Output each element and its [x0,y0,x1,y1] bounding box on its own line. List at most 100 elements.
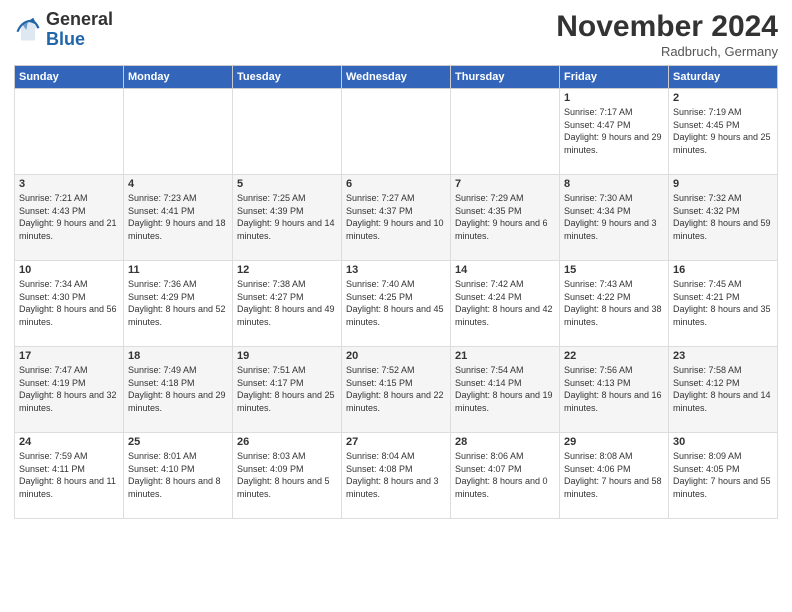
day-info: Sunrise: 7:54 AM Sunset: 4:14 PM Dayligh… [455,364,555,414]
day-info: Sunrise: 7:25 AM Sunset: 4:39 PM Dayligh… [237,192,337,242]
calendar-cell [451,89,560,175]
day-number: 25 [128,436,228,448]
day-info: Sunrise: 8:08 AM Sunset: 4:06 PM Dayligh… [564,450,664,500]
calendar-cell: 11 Sunrise: 7:36 AM Sunset: 4:29 PM Dayli… [124,261,233,347]
day-header-friday: Friday [560,66,669,89]
day-number: 12 [237,264,337,276]
day-number: 3 [19,178,119,190]
day-header-tuesday: Tuesday [233,66,342,89]
calendar-cell: 7Sunrise: 7:29 AM Sunset: 4:35 PM Daylig… [451,175,560,261]
day-info: Sunrise: 7:45 AM Sunset: 4:21 PM Dayligh… [673,278,773,328]
day-number: 28 [455,436,555,448]
calendar-cell: 16 Sunrise: 7:45 AM Sunset: 4:21 PM Dayli… [669,261,778,347]
logo: General Blue [14,10,113,50]
day-info: Sunrise: 7:40 AM Sunset: 4:25 PM Dayligh… [346,278,446,328]
day-info: Sunrise: 7:36 AM Sunset: 4:29 PM Dayligh… [128,278,228,328]
calendar-cell: 2Sunrise: 7:19 AM Sunset: 4:45 PM Daylig… [669,89,778,175]
day-header-thursday: Thursday [451,66,560,89]
day-header-monday: Monday [124,66,233,89]
logo-blue: Blue [46,29,85,49]
calendar-cell: 6Sunrise: 7:27 AM Sunset: 4:37 PM Daylig… [342,175,451,261]
calendar-cell: 12 Sunrise: 7:38 AM Sunset: 4:27 PM Dayli… [233,261,342,347]
day-info: Sunrise: 7:38 AM Sunset: 4:27 PM Dayligh… [237,278,337,328]
calendar-cell [342,89,451,175]
location: Radbruch, Germany [556,44,778,59]
calendar-cell: 15 Sunrise: 7:43 AM Sunset: 4:22 PM Dayli… [560,261,669,347]
month-title: November 2024 [556,10,778,44]
calendar-header-row: SundayMondayTuesdayWednesdayThursdayFrid… [15,66,778,89]
day-number: 26 [237,436,337,448]
day-number: 8 [564,178,664,190]
day-number: 16 [673,264,773,276]
calendar-cell: 18 Sunrise: 7:49 AM Sunset: 4:18 PM Dayli… [124,347,233,433]
day-number: 4 [128,178,228,190]
calendar-cell: 19Sunrise: 7:51 AM Sunset: 4:17 PM Dayli… [233,347,342,433]
day-number: 21 [455,350,555,362]
day-info: Sunrise: 8:06 AM Sunset: 4:07 PM Dayligh… [455,450,555,500]
calendar-cell: 22 Sunrise: 7:56 AM Sunset: 4:13 PM Dayli… [560,347,669,433]
day-number: 22 [564,350,664,362]
day-number: 13 [346,264,446,276]
day-info: Sunrise: 7:17 AM Sunset: 4:47 PM Dayligh… [564,106,664,156]
day-info: Sunrise: 7:56 AM Sunset: 4:13 PM Dayligh… [564,364,664,414]
day-info: Sunrise: 7:29 AM Sunset: 4:35 PM Dayligh… [455,192,555,242]
day-info: Sunrise: 7:49 AM Sunset: 4:18 PM Dayligh… [128,364,228,414]
day-number: 2 [673,92,773,104]
calendar-week-0: 1Sunrise: 7:17 AM Sunset: 4:47 PM Daylig… [15,89,778,175]
day-info: Sunrise: 8:01 AM Sunset: 4:10 PM Dayligh… [128,450,228,500]
calendar-cell: 29Sunrise: 8:08 AM Sunset: 4:06 PM Dayli… [560,433,669,519]
day-number: 9 [673,178,773,190]
calendar-week-3: 17 Sunrise: 7:47 AM Sunset: 4:19 PM Dayli… [15,347,778,433]
calendar-cell [15,89,124,175]
calendar-cell: 14 Sunrise: 7:42 AM Sunset: 4:24 PM Dayli… [451,261,560,347]
calendar-cell: 26 Sunrise: 8:03 AM Sunset: 4:09 PM Dayli… [233,433,342,519]
calendar-week-2: 10Sunrise: 7:34 AM Sunset: 4:30 PM Dayli… [15,261,778,347]
day-number: 27 [346,436,446,448]
day-info: Sunrise: 7:21 AM Sunset: 4:43 PM Dayligh… [19,192,119,242]
day-number: 18 [128,350,228,362]
calendar-cell: 3 Sunrise: 7:21 AM Sunset: 4:43 PM Daylig… [15,175,124,261]
day-number: 15 [564,264,664,276]
calendar-cell: 25 Sunrise: 8:01 AM Sunset: 4:10 PM Dayli… [124,433,233,519]
calendar-cell: 1Sunrise: 7:17 AM Sunset: 4:47 PM Daylig… [560,89,669,175]
calendar-cell: 20Sunrise: 7:52 AM Sunset: 4:15 PM Dayli… [342,347,451,433]
calendar-cell: 21 Sunrise: 7:54 AM Sunset: 4:14 PM Dayli… [451,347,560,433]
calendar-cell: 27Sunrise: 8:04 AM Sunset: 4:08 PM Dayli… [342,433,451,519]
calendar-week-4: 24 Sunrise: 7:59 AM Sunset: 4:11 PM Dayli… [15,433,778,519]
day-info: Sunrise: 8:03 AM Sunset: 4:09 PM Dayligh… [237,450,337,500]
day-number: 19 [237,350,337,362]
day-info: Sunrise: 8:09 AM Sunset: 4:05 PM Dayligh… [673,450,773,500]
calendar-cell [124,89,233,175]
calendar-cell: 17 Sunrise: 7:47 AM Sunset: 4:19 PM Dayli… [15,347,124,433]
main-container: General Blue November 2024 Radbruch, Ger… [0,0,792,612]
title-block: November 2024 Radbruch, Germany [556,10,778,59]
day-header-saturday: Saturday [669,66,778,89]
day-info: Sunrise: 7:59 AM Sunset: 4:11 PM Dayligh… [19,450,119,500]
calendar-table: SundayMondayTuesdayWednesdayThursdayFrid… [14,65,778,519]
day-info: Sunrise: 7:42 AM Sunset: 4:24 PM Dayligh… [455,278,555,328]
day-info: Sunrise: 7:47 AM Sunset: 4:19 PM Dayligh… [19,364,119,414]
calendar-cell: 24 Sunrise: 7:59 AM Sunset: 4:11 PM Dayli… [15,433,124,519]
day-number: 14 [455,264,555,276]
day-number: 11 [128,264,228,276]
day-info: Sunrise: 7:32 AM Sunset: 4:32 PM Dayligh… [673,192,773,242]
calendar-week-1: 3 Sunrise: 7:21 AM Sunset: 4:43 PM Daylig… [15,175,778,261]
calendar-cell: 13 Sunrise: 7:40 AM Sunset: 4:25 PM Dayli… [342,261,451,347]
header: General Blue November 2024 Radbruch, Ger… [14,10,778,59]
calendar-cell: 4 Sunrise: 7:23 AM Sunset: 4:41 PM Daylig… [124,175,233,261]
day-info: Sunrise: 7:23 AM Sunset: 4:41 PM Dayligh… [128,192,228,242]
calendar-cell [233,89,342,175]
day-info: Sunrise: 7:34 AM Sunset: 4:30 PM Dayligh… [19,278,119,328]
calendar-cell: 8Sunrise: 7:30 AM Sunset: 4:34 PM Daylig… [560,175,669,261]
day-number: 23 [673,350,773,362]
day-number: 5 [237,178,337,190]
day-info: Sunrise: 7:43 AM Sunset: 4:22 PM Dayligh… [564,278,664,328]
calendar-cell: 28 Sunrise: 8:06 AM Sunset: 4:07 PM Dayli… [451,433,560,519]
day-number: 17 [19,350,119,362]
calendar-cell: 23 Sunrise: 7:58 AM Sunset: 4:12 PM Dayli… [669,347,778,433]
logo-icon [14,16,42,44]
day-number: 24 [19,436,119,448]
calendar-cell: 30Sunrise: 8:09 AM Sunset: 4:05 PM Dayli… [669,433,778,519]
day-info: Sunrise: 7:52 AM Sunset: 4:15 PM Dayligh… [346,364,446,414]
day-info: Sunrise: 7:58 AM Sunset: 4:12 PM Dayligh… [673,364,773,414]
